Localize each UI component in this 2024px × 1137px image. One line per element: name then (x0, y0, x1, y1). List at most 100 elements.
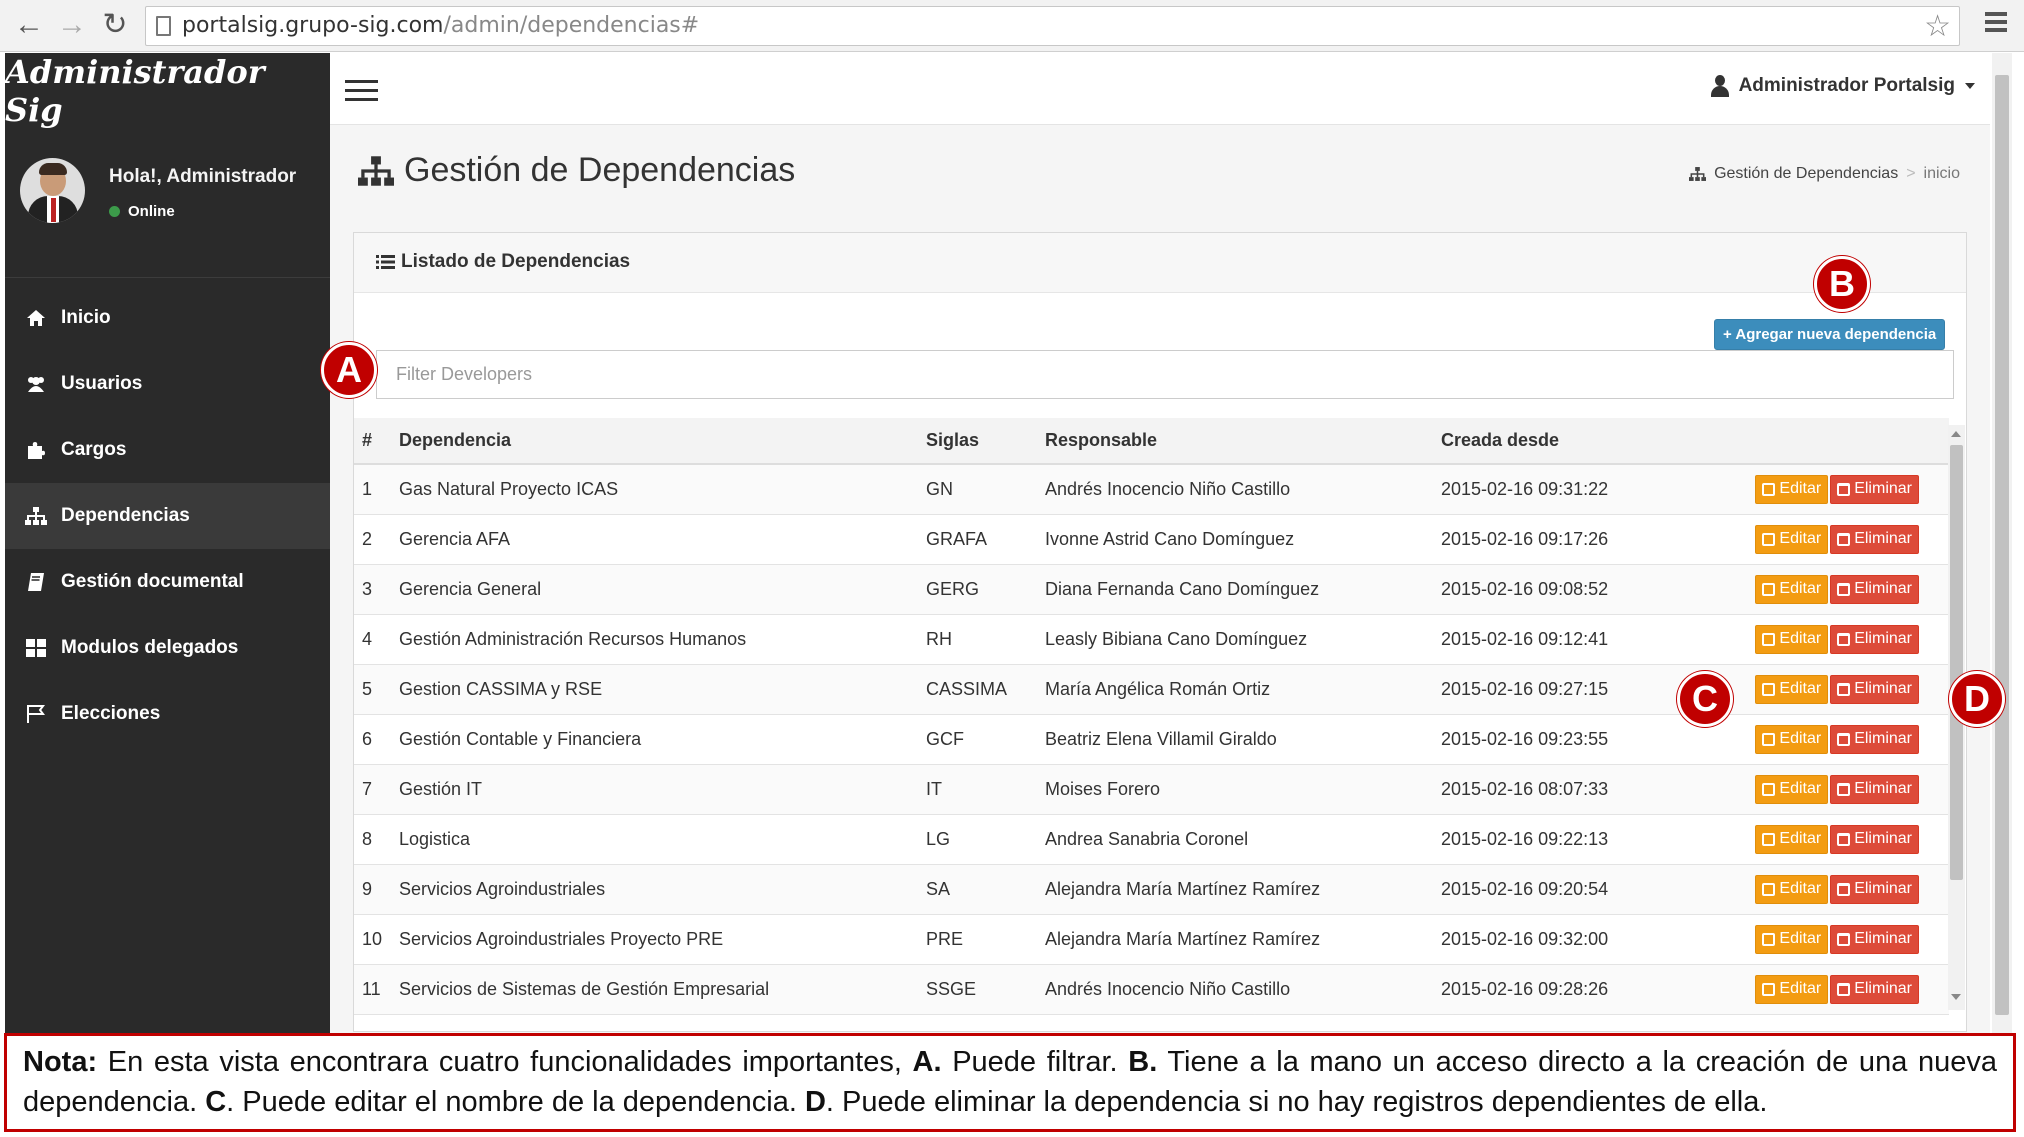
edit-button[interactable]: Editar (1755, 574, 1829, 604)
edit-icon (1762, 532, 1776, 546)
sitemap-icon (1689, 167, 1707, 181)
actions-cell: Editar Eliminar (1741, 464, 1949, 515)
siglas-cell: SA (926, 864, 1045, 915)
table-row: 9 Servicios Agroindustriales SA Alejandra M… (354, 864, 1949, 915)
edit-button[interactable]: Editar (1755, 924, 1829, 954)
online-status: Online (109, 203, 175, 220)
column-header[interactable]: Dependencia (399, 418, 926, 465)
user-menu[interactable]: Administrador Portalsig (1710, 75, 1975, 97)
edit-button[interactable]: Editar (1755, 824, 1829, 854)
page-scrollbar[interactable] (1992, 53, 2012, 1038)
status-dot-icon (109, 206, 120, 217)
table-scrollbar-thumb[interactable] (1950, 445, 1963, 880)
delete-button[interactable]: Eliminar (1830, 874, 1919, 904)
trash-icon (1837, 732, 1851, 746)
delete-button[interactable]: Eliminar (1830, 474, 1919, 504)
reload-icon[interactable]: ↻ (98, 8, 132, 42)
trash-icon (1837, 682, 1851, 696)
responsable-cell: Andrés Inocencio Niño Castillo (1045, 464, 1441, 515)
add-dependencia-button[interactable]: + Agregar nueva dependencia (1714, 319, 1946, 350)
edit-button[interactable]: Editar (1755, 674, 1829, 704)
column-header[interactable]: Creada desde (1441, 418, 1741, 465)
fecha-cell: 2015-02-16 09:17:26 (1441, 514, 1741, 565)
sidebar-item-cargos[interactable]: Cargos (5, 417, 330, 483)
row-number: 3 (354, 564, 399, 615)
delete-button[interactable]: Eliminar (1830, 974, 1919, 1004)
sidebar-item-usuarios[interactable]: Usuarios (5, 351, 330, 417)
edit-icon (1762, 932, 1776, 946)
edit-button[interactable]: Editar (1755, 474, 1829, 504)
delete-button[interactable]: Eliminar (1830, 624, 1919, 654)
actions-cell: Editar Eliminar (1741, 764, 1949, 815)
browser-menu-icon[interactable] (1985, 12, 2007, 38)
delete-button[interactable]: Eliminar (1830, 774, 1919, 804)
delete-button[interactable]: Eliminar (1830, 724, 1919, 754)
fecha-cell: 2015-02-16 09:20:54 (1441, 864, 1741, 915)
back-arrow-icon[interactable]: ← (12, 8, 46, 42)
list-icon (376, 255, 395, 269)
users-icon (25, 373, 47, 395)
url-text: portalsig.grupo-sig.com/admin/dependenci… (182, 13, 700, 38)
siglas-cell: GN (926, 464, 1045, 515)
delete-button[interactable]: Eliminar (1830, 524, 1919, 554)
delete-button[interactable]: Eliminar (1830, 674, 1919, 704)
column-header[interactable]: Siglas (926, 418, 1045, 465)
brand-logo[interactable]: Administrador Sig (5, 53, 330, 129)
edit-icon (1762, 832, 1776, 846)
delete-button[interactable]: Eliminar (1830, 924, 1919, 954)
fecha-cell: 2015-02-16 09:12:41 (1441, 614, 1741, 665)
sidebar-item-elecciones[interactable]: Elecciones (5, 681, 330, 747)
scroll-down-icon[interactable] (1951, 994, 1961, 1000)
edit-button[interactable]: Editar (1755, 624, 1829, 654)
row-number: 11 (354, 964, 399, 1015)
panel-title: Listado de Dependencias (376, 251, 630, 273)
sidebar-item-modulos-delegados[interactable]: Modulos delegados (5, 615, 330, 681)
edit-icon (1762, 582, 1776, 596)
row-number: 1 (354, 464, 399, 515)
actions-cell: Editar Eliminar (1741, 614, 1949, 665)
edit-icon (1762, 782, 1776, 796)
trash-icon (1837, 982, 1851, 996)
sidebar-item-inicio[interactable]: Inicio (5, 285, 330, 351)
user-panel: Hola!, Administrador Online (5, 128, 330, 278)
sitemap-icon (358, 155, 394, 186)
breadcrumb-link[interactable]: Gestión de Dependencias (1714, 165, 1898, 183)
delete-button[interactable]: Eliminar (1830, 574, 1919, 604)
dependencia-cell: Gestion CASSIMA y RSE (399, 664, 926, 715)
column-header[interactable]: Responsable (1045, 418, 1441, 465)
edit-button[interactable]: Editar (1755, 524, 1829, 554)
main-content: Gestión de Dependencias Gestión de Depen… (330, 125, 1990, 1035)
column-header[interactable]: # (354, 418, 399, 465)
row-number: 10 (354, 914, 399, 965)
siglas-cell: RH (926, 614, 1045, 665)
greeting-text: Hola!, Administrador (109, 166, 297, 187)
edit-button[interactable]: Editar (1755, 974, 1829, 1004)
table-body: 1 Gas Natural Proyecto ICAS GN Andrés Inoce… (354, 464, 1949, 1015)
actions-cell: Editar Eliminar (1741, 564, 1949, 615)
delete-button[interactable]: Eliminar (1830, 824, 1919, 854)
scroll-up-icon[interactable] (1951, 431, 1961, 437)
page-icon (156, 16, 171, 36)
sidebar-toggle-icon[interactable] (345, 80, 378, 107)
filter-input[interactable] (376, 350, 1954, 399)
sidebar-item-dependencias[interactable]: Dependencias (5, 483, 330, 549)
address-bar[interactable]: portalsig.grupo-sig.com/admin/dependenci… (145, 6, 1960, 46)
bookmark-star-icon[interactable]: ☆ (1924, 9, 1951, 44)
responsable-cell: Diana Fernanda Cano Domínguez (1045, 564, 1441, 615)
sidebar-item-gestion-documental[interactable]: Gestión documental (5, 549, 330, 615)
edit-button[interactable]: Editar (1755, 774, 1829, 804)
table-header-row: # Dependencia Siglas Responsable Creada … (354, 418, 1949, 465)
page-scrollbar-thumb[interactable] (1995, 75, 2009, 1015)
fecha-cell: 2015-02-16 08:07:33 (1441, 764, 1741, 815)
marker-c: C (1677, 671, 1733, 727)
row-number: 5 (354, 664, 399, 715)
forward-arrow-icon[interactable]: → (55, 8, 89, 42)
dependencia-cell: Gas Natural Proyecto ICAS (399, 464, 926, 515)
edit-button[interactable]: Editar (1755, 724, 1829, 754)
edit-button[interactable]: Editar (1755, 874, 1829, 904)
responsable-cell: Andrés Inocencio Niño Castillo (1045, 964, 1441, 1015)
edit-icon (1762, 632, 1776, 646)
note-box: Nota: En esta vista encontrara cuatro fu… (4, 1033, 2016, 1132)
dependencia-cell: Servicios Agroindustriales (399, 864, 926, 915)
table-container: # Dependencia Siglas Responsable Creada … (354, 418, 1968, 1028)
